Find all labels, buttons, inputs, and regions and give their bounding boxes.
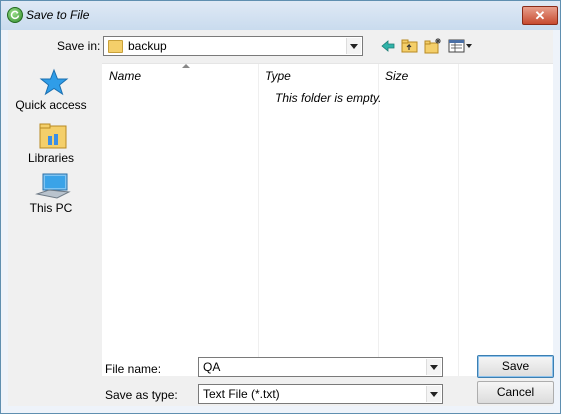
empty-folder-message: This folder is empty. <box>275 91 382 105</box>
file-name-input[interactable]: QA <box>198 357 443 377</box>
computer-icon <box>35 173 71 199</box>
place-quick-access[interactable]: Quick access <box>8 68 94 116</box>
back-arrow-icon[interactable] <box>379 37 397 55</box>
save-as-type-label: Save as type: <box>105 388 178 402</box>
window-title: Save to File <box>26 8 90 22</box>
chevron-down-icon[interactable] <box>426 359 441 375</box>
star-icon <box>39 68 69 96</box>
column-divider[interactable] <box>378 64 379 376</box>
column-header-type[interactable]: Type <box>265 69 291 83</box>
folder-icon <box>108 40 123 53</box>
place-this-pc[interactable]: This PC <box>8 172 94 218</box>
app-icon <box>7 7 23 23</box>
save-in-label: Save in: <box>57 39 101 53</box>
up-folder-icon[interactable] <box>401 37 419 55</box>
libraries-icon <box>39 123 67 149</box>
save-button[interactable]: Save <box>477 355 554 378</box>
column-header-name[interactable]: Name <box>109 69 141 83</box>
sort-ascending-icon <box>182 64 190 68</box>
dialog-body: Save in: backup Quick access Libraries T… <box>8 30 554 406</box>
new-folder-icon[interactable] <box>424 37 442 55</box>
place-label: This PC <box>29 201 73 215</box>
places-bar: Quick access Libraries This PC <box>8 62 94 362</box>
column-divider[interactable] <box>458 64 459 376</box>
save-as-type-dropdown[interactable]: Text File (*.txt) <box>198 384 443 404</box>
place-libraries[interactable]: Libraries <box>8 122 94 166</box>
place-label: Quick access <box>15 98 87 112</box>
column-header-size[interactable]: Size <box>385 69 408 83</box>
save-in-value: backup <box>128 39 167 53</box>
view-menu-icon[interactable] <box>448 37 474 55</box>
save-dialog: Save to File ✕ Save in: backup Quick acc… <box>0 0 561 414</box>
close-button[interactable]: ✕ <box>522 6 558 25</box>
title-bar[interactable]: Save to File ✕ <box>1 1 560 30</box>
file-name-label: File name: <box>105 362 162 376</box>
save-as-type-value: Text File (*.txt) <box>203 387 280 401</box>
chevron-down-icon[interactable] <box>426 386 441 402</box>
column-divider[interactable] <box>258 64 259 376</box>
save-in-dropdown[interactable]: backup <box>103 36 363 56</box>
file-name-value: QA <box>203 360 221 374</box>
place-label: Libraries <box>27 151 75 165</box>
cancel-button[interactable]: Cancel <box>477 381 554 404</box>
file-list[interactable]: Name Type Size This folder is empty. <box>102 63 553 376</box>
chevron-down-icon[interactable] <box>346 38 361 54</box>
